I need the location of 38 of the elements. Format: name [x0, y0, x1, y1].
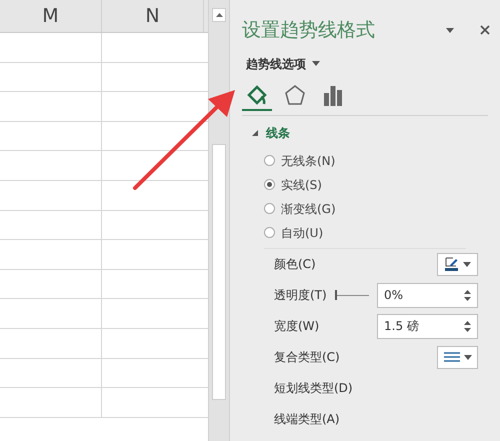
- spinner-field[interactable]: 1.5 磅: [377, 314, 478, 338]
- paint-bucket-icon: [245, 82, 269, 106]
- radio-option[interactable]: 渐变线(G): [264, 200, 500, 218]
- compound-type-button[interactable]: [437, 346, 478, 368]
- property-label: 复合类型(C): [274, 349, 340, 366]
- property-label: 短划线类型(D): [274, 380, 353, 397]
- scroll-up-button[interactable]: [212, 8, 226, 22]
- lines-icon: [444, 352, 460, 362]
- property-label: 宽度(W): [274, 318, 320, 335]
- transparency-slider[interactable]: [335, 290, 369, 300]
- radio-option[interactable]: 无线条(N): [264, 152, 500, 170]
- radio-option[interactable]: 实线(S): [264, 176, 500, 194]
- spinner-field[interactable]: 0%: [377, 282, 478, 308]
- caret-icon: [464, 354, 472, 360]
- close-button[interactable]: [480, 25, 490, 36]
- caret-icon: [446, 28, 454, 33]
- color-picker-button[interactable]: [437, 252, 478, 276]
- pen-icon: [444, 257, 458, 271]
- section-header[interactable]: 线条: [252, 124, 290, 142]
- property-label: 颜色(C): [274, 256, 316, 273]
- property-label: 透明度(T): [274, 287, 327, 304]
- pentagon-icon: [284, 84, 306, 106]
- options-dropdown[interactable]: 趋势线选项: [246, 54, 320, 72]
- caret-icon: [462, 262, 470, 266]
- column-header[interactable]: N: [102, 0, 204, 32]
- scroll-thumb[interactable]: [212, 144, 226, 400]
- spin-arrows-icon[interactable]: [464, 320, 471, 332]
- radio-option[interactable]: 自动(U): [264, 224, 500, 242]
- column-header[interactable]: M: [0, 0, 102, 32]
- vertical-scrollbar[interactable]: [208, 0, 230, 441]
- property-label: 线端类型(A): [274, 411, 340, 428]
- spin-arrows-icon[interactable]: [464, 290, 471, 300]
- panel-title: 设置趋势线格式: [242, 18, 375, 43]
- up-arrow-icon: [216, 13, 222, 17]
- bar-chart-icon: [322, 84, 344, 106]
- options-dropdown-button[interactable]: [446, 28, 454, 33]
- caret-icon: [312, 61, 320, 66]
- close-icon: [480, 25, 490, 36]
